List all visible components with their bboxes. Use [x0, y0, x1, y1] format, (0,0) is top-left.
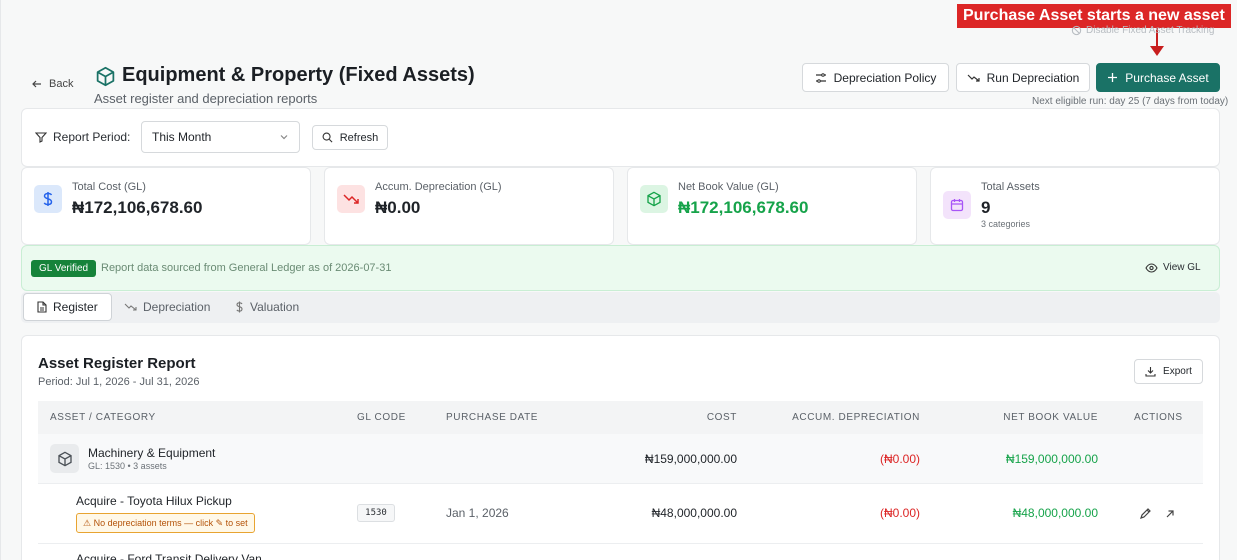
tab-valuation[interactable]: Valuation [223, 293, 311, 321]
column-header: ACTIONS [1134, 412, 1183, 423]
purchase-date: Jan 1, 2026 [446, 506, 509, 520]
calendar-icon [943, 191, 971, 219]
category-cost: ₦159,000,000.00 [644, 452, 737, 466]
tab-depreciation[interactable]: Depreciation [112, 293, 222, 321]
box-icon [95, 66, 116, 92]
next-run-note: Next eligible run: day 25 (7 days from t… [1032, 96, 1229, 107]
category-name: Machinery & Equipment [88, 446, 216, 460]
report-period-text: Report Period: [53, 130, 131, 144]
disable-tracking-label: Disable Fixed Asset Tracking [1086, 25, 1215, 36]
report-period-label: Report Period: [35, 130, 130, 144]
column-header: COST [706, 412, 737, 423]
back-label: Back [49, 78, 74, 90]
stat-card-total-assets [930, 167, 1220, 245]
depreciation-policy-label: Depreciation Policy [833, 70, 937, 85]
annotation-arrow-head [1150, 46, 1164, 56]
tab-valuation-label: Valuation [250, 300, 300, 314]
box-icon [640, 185, 668, 213]
chevron-down-icon [280, 135, 288, 140]
stat-label: Total Assets [981, 181, 1040, 193]
stat-value: ₦172,106,678.60 [678, 198, 809, 217]
purchase-asset-label: Purchase Asset [1125, 70, 1209, 85]
page-subtitle: Asset register and depreciation reports [94, 91, 318, 106]
arrow-left-icon [32, 80, 41, 88]
column-header: NET BOOK VALUE [1003, 412, 1098, 423]
page-title: Equipment & Property (Fixed Assets) [122, 64, 475, 86]
report-period: Period: Jul 1, 2026 - Jul 31, 2026 [38, 376, 200, 388]
tab-register-label: Register [53, 300, 98, 314]
category-sub: GL: 1530 • 3 assets [88, 461, 167, 471]
column-header: GL CODE [357, 412, 406, 423]
tab-register[interactable]: Register [23, 293, 112, 321]
stat-label: Net Book Value (GL) [678, 181, 779, 193]
search-icon [322, 132, 333, 143]
box-icon [50, 444, 79, 473]
refresh-label: Refresh [339, 131, 379, 144]
run-depreciation-label: Run Depreciation [986, 70, 1080, 85]
column-header: ASSET / CATEGORY [50, 412, 156, 423]
asset-name: Acquire - Ford Transit Delivery Van [76, 552, 262, 560]
trending-down-icon [967, 74, 980, 82]
gl-code-badge: 1530 [357, 504, 395, 522]
gl-verified-badge: GL Verified [31, 260, 97, 277]
purchase-asset-button[interactable]: Purchase Asset [1096, 63, 1220, 92]
tab-depreciation-label: Depreciation [143, 300, 211, 314]
back-button[interactable]: Back [31, 78, 73, 90]
no-depreciation-warning[interactable]: ⚠ No depreciation terms — click ✎ to set [76, 513, 255, 533]
stat-label: Accum. Depreciation (GL) [375, 181, 502, 193]
trending-down-icon [337, 185, 365, 213]
column-header: ACCUM. DEPRECIATION [792, 412, 920, 423]
stat-value: ₦0.00 [375, 198, 421, 217]
external-link-icon[interactable] [1164, 507, 1176, 525]
run-depreciation-button[interactable]: Run Depreciation [956, 63, 1090, 92]
report-period-select[interactable]: This Month [141, 121, 300, 153]
category-nbv: ₦159,000,000.00 [1005, 452, 1098, 466]
report-period-value: This Month [152, 130, 212, 144]
asset-cost: ₦48,000,000.00 [651, 506, 737, 520]
stat-value: ₦172,106,678.60 [72, 198, 203, 217]
stat-card-accum-depreciation [324, 167, 614, 245]
plus-icon [1108, 73, 1118, 82]
export-button[interactable]: Export [1134, 359, 1203, 384]
disable-tracking-link[interactable]: Disable Fixed Asset Tracking [1071, 25, 1214, 36]
export-label: Export [1163, 366, 1192, 377]
category-accum: (₦0.00) [879, 452, 920, 466]
view-gl-label: View GL [1163, 262, 1201, 273]
depreciation-policy-button[interactable]: Depreciation Policy [802, 63, 949, 92]
asset-nbv: ₦48,000,000.00 [1012, 506, 1098, 520]
sliders-icon [815, 72, 826, 83]
stat-sub: 3 categories [981, 219, 1031, 229]
refresh-button[interactable]: Refresh [312, 125, 388, 150]
view-gl-button[interactable]: View GL [1145, 262, 1201, 273]
ban-icon [1071, 25, 1082, 36]
stat-value: 9 [981, 198, 991, 217]
gl-source-text: Report data sourced from General Ledger … [101, 262, 392, 274]
file-icon [37, 301, 47, 313]
eye-icon [1145, 262, 1158, 273]
trending-down-icon [124, 303, 137, 311]
dollar-icon [236, 301, 243, 313]
dollar-icon [34, 185, 62, 213]
report-title: Asset Register Report [38, 355, 196, 372]
stat-label: Total Cost (GL) [72, 181, 146, 193]
asset-accum: (₦0.00) [879, 506, 920, 520]
asset-name: Acquire - Toyota Hilux Pickup [76, 494, 232, 508]
download-icon [1145, 367, 1156, 377]
filter-icon [35, 132, 47, 143]
edit-icon[interactable] [1139, 507, 1152, 525]
column-header: PURCHASE DATE [446, 412, 539, 423]
